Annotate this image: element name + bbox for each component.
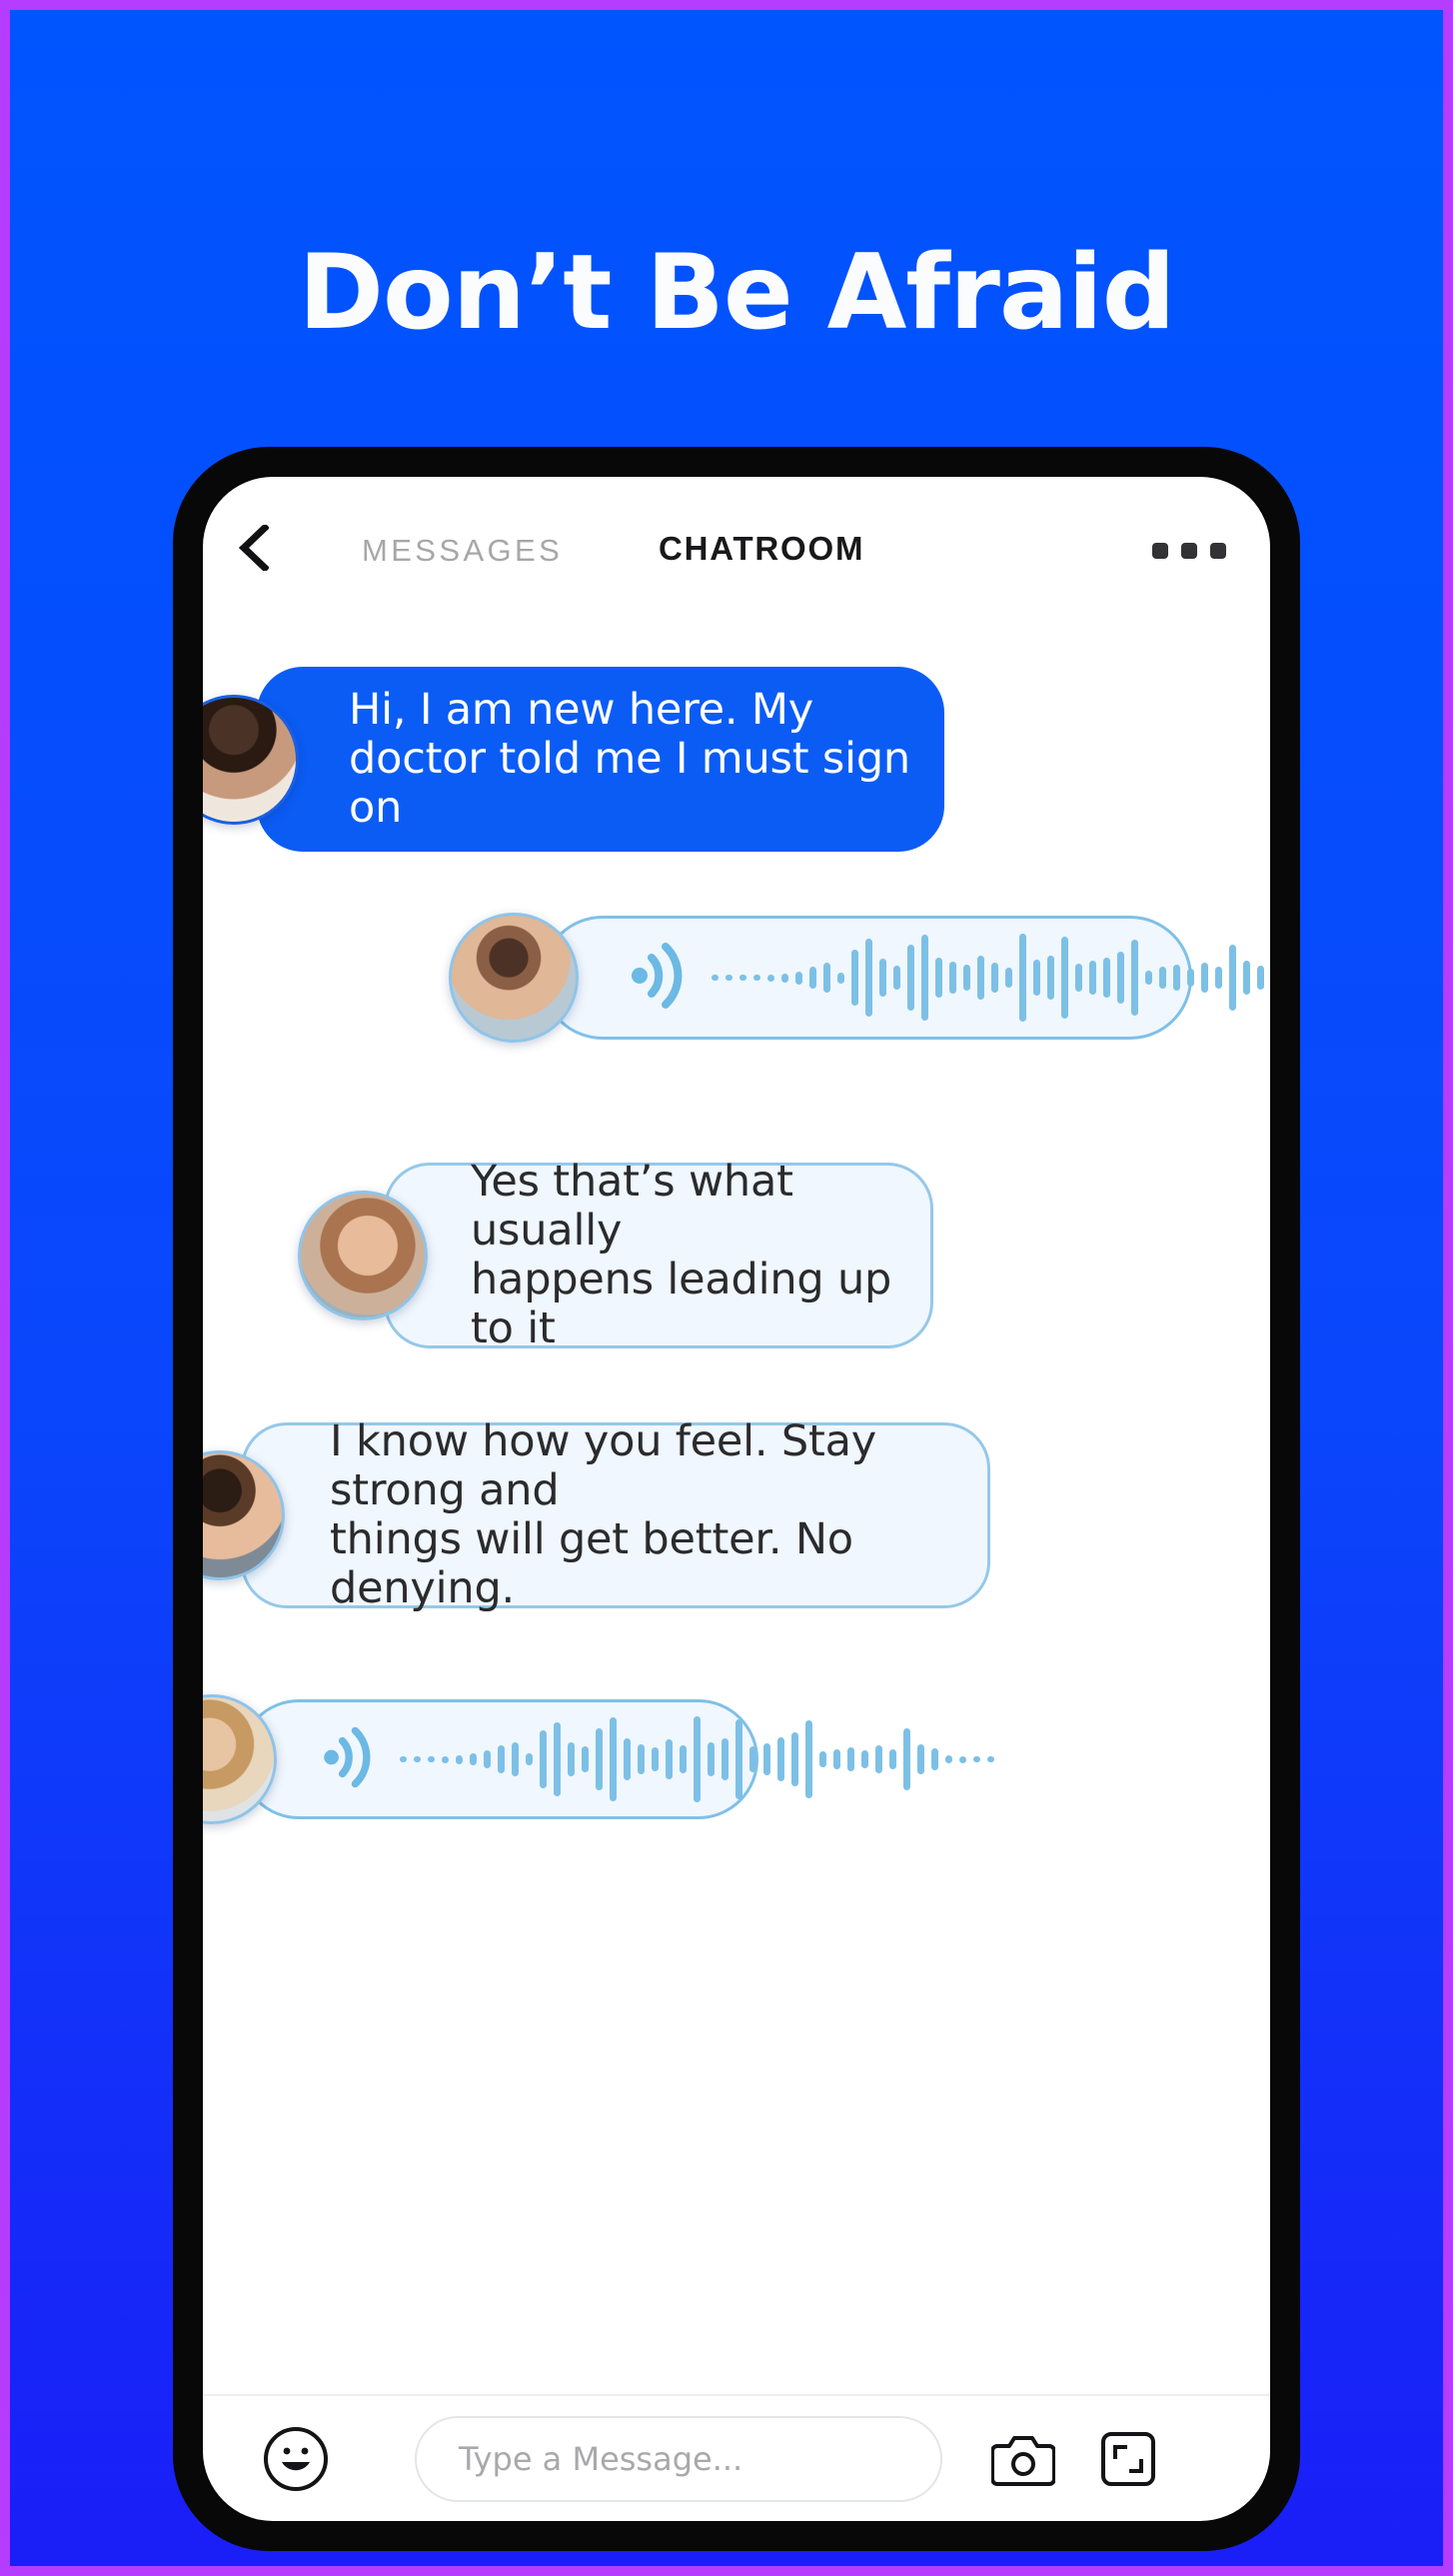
message-bubble[interactable]: I know how you feel. Stay strong and thi… — [241, 1416, 990, 1613]
message-input-placeholder: Type a Message... — [459, 2440, 743, 2478]
message-row: Hi, I am new here. My doctor told me I m… — [203, 667, 944, 852]
smiley-face-icon[interactable] — [263, 2426, 329, 2492]
expand-icon[interactable] — [1098, 2429, 1158, 2489]
voice-message-bubble[interactable] — [239, 1699, 994, 1819]
poster-background: Don’t Be Afraid MESSAGES CHATROOM Hi, I … — [0, 0, 1453, 2576]
message-input[interactable]: Type a Message... — [415, 2416, 942, 2502]
message-text: Yes that’s what usually happens leading … — [471, 1156, 892, 1354]
message-list: Hi, I am new here. My doctor told me I m… — [203, 605, 1270, 2394]
message-text: I know how you feel. Stay strong and thi… — [330, 1415, 877, 1614]
more-horizontal-icon[interactable] — [1152, 543, 1226, 559]
voice-player[interactable] — [324, 1702, 994, 1816]
camera-icon[interactable] — [990, 2428, 1056, 2490]
chat-header: MESSAGES CHATROOM — [203, 477, 1270, 605]
message-row: Yes that’s what usually happens leading … — [298, 1157, 933, 1353]
message-text: Hi, I am new here. My doctor told me I m… — [349, 684, 910, 833]
message-row — [449, 913, 1264, 1043]
speaker-wave-icon[interactable] — [324, 1724, 374, 1795]
message-input-bar: Type a Message... — [203, 2396, 1270, 2521]
avatar[interactable] — [298, 1191, 428, 1320]
speaker-wave-icon[interactable] — [632, 940, 686, 1017]
voice-player[interactable] — [632, 919, 1270, 1037]
page-title: CHATROOM — [659, 530, 865, 567]
message-row: I know how you feel. Stay strong and thi… — [203, 1416, 990, 1613]
message-bubble[interactable]: Yes that’s what usually happens leading … — [384, 1157, 933, 1353]
voice-message-bubble[interactable] — [541, 916, 1264, 1040]
phone-mockup: MESSAGES CHATROOM Hi, I am new here. My … — [173, 447, 1300, 2551]
avatar[interactable] — [449, 913, 579, 1043]
waveform — [712, 919, 1270, 1037]
breadcrumb-messages[interactable]: MESSAGES — [362, 533, 563, 569]
waveform — [400, 1702, 994, 1816]
chevron-left-icon[interactable] — [238, 523, 270, 573]
phone-screen: MESSAGES CHATROOM Hi, I am new here. My … — [203, 477, 1270, 2521]
message-row — [203, 1694, 994, 1824]
message-bubble[interactable]: Hi, I am new here. My doctor told me I m… — [257, 667, 944, 852]
page-headline: Don’t Be Afraid — [298, 233, 1176, 353]
